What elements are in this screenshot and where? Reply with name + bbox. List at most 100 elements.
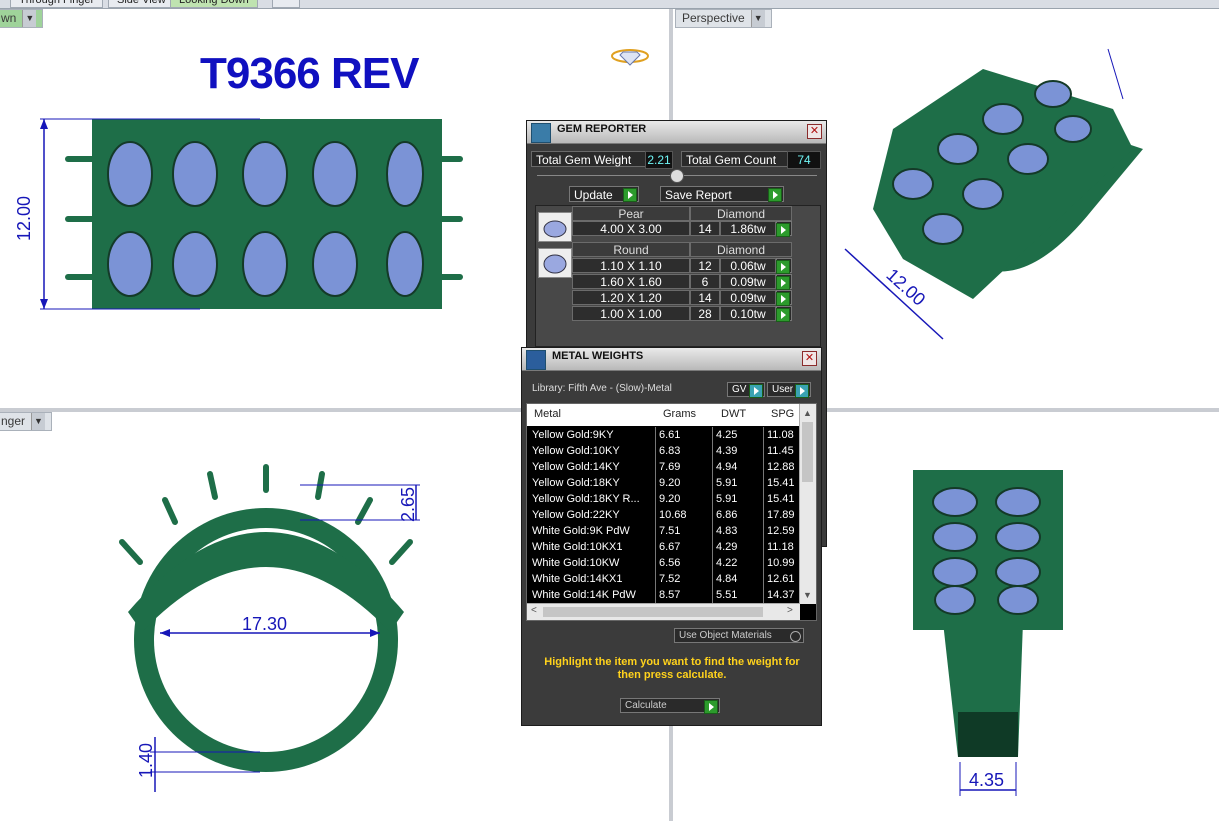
horizontal-scrollbar[interactable]: < > bbox=[527, 603, 800, 620]
gem-weight-cell: 1.86tw bbox=[720, 221, 776, 236]
column-separator bbox=[763, 459, 764, 475]
table-row[interactable]: Yellow Gold:22KY 10.68 6.86 17.89 bbox=[527, 507, 799, 523]
table-row[interactable]: Yellow Gold:18KY R... 9.20 5.91 15.41 bbox=[527, 491, 799, 507]
gem-weight-cell: 0.09tw bbox=[720, 274, 776, 289]
update-button[interactable]: Update bbox=[569, 186, 639, 202]
play-icon bbox=[776, 308, 790, 322]
metal-table-header: Metal Grams DWT SPG bbox=[527, 404, 816, 426]
gem-size-cell[interactable]: 1.20 X 1.20 bbox=[572, 290, 690, 305]
vertical-scrollbar[interactable]: ▲ ▼ bbox=[799, 404, 816, 604]
table-row[interactable]: White Gold:10KX1 6.67 4.29 11.18 bbox=[527, 539, 799, 555]
column-spg[interactable]: SPG bbox=[771, 408, 794, 420]
grams-cell: 6.61 bbox=[659, 429, 681, 441]
gem-size-cell[interactable]: 1.60 X 1.60 bbox=[572, 274, 690, 289]
column-separator bbox=[763, 475, 764, 491]
gem-table: Pear Diamond 4.00 X 3.00 14 1.86tw Round… bbox=[535, 205, 821, 347]
metal-weights-title: METAL WEIGHTS bbox=[552, 350, 644, 362]
metal-weights-icon bbox=[526, 350, 546, 370]
tab-looking-down[interactable]: Looking Down bbox=[170, 0, 258, 8]
tab-side-view[interactable]: Side View bbox=[108, 0, 175, 8]
metal-weights-table: Metal Grams DWT SPG Yellow Gold:9KY 6.61 4… bbox=[526, 403, 817, 621]
grams-cell: 9.20 bbox=[659, 477, 681, 489]
close-icon[interactable]: ✕ bbox=[807, 124, 822, 139]
metal-name-cell: White Gold:10KW bbox=[532, 557, 620, 569]
gem-count-cell: 28 bbox=[690, 306, 720, 321]
calculate-button[interactable]: Calculate bbox=[620, 698, 720, 714]
gem-reporter-title: GEM REPORTER bbox=[557, 123, 647, 135]
dwt-cell: 4.94 bbox=[716, 461, 738, 473]
column-separator bbox=[712, 459, 713, 475]
spg-cell: 11.08 bbox=[767, 429, 794, 441]
save-report-button[interactable]: Save Report bbox=[660, 186, 784, 202]
spg-cell: 14.37 bbox=[767, 589, 795, 601]
gem-reporter-titlebar[interactable]: GEM REPORTER ✕ bbox=[527, 121, 826, 144]
tab-extra[interactable] bbox=[272, 0, 300, 8]
scroll-right-icon[interactable]: > bbox=[787, 605, 793, 616]
metal-name-cell: Yellow Gold:10KY bbox=[532, 445, 620, 457]
table-row[interactable]: White Gold:14K PdW 8.57 5.51 14.37 bbox=[527, 587, 799, 603]
scroll-left-icon[interactable]: < bbox=[531, 605, 537, 616]
column-separator bbox=[712, 571, 713, 587]
metal-name-cell: Yellow Gold:22KY bbox=[532, 509, 620, 521]
table-row[interactable]: White Gold:14KX1 7.52 4.84 12.61 bbox=[527, 571, 799, 587]
column-metal[interactable]: Metal bbox=[534, 408, 561, 420]
column-grams[interactable]: Grams bbox=[663, 408, 696, 420]
column-separator bbox=[763, 491, 764, 507]
gem-material-header: Diamond bbox=[690, 242, 792, 257]
gem-size-cell[interactable]: 1.10 X 1.10 bbox=[572, 258, 690, 273]
column-separator bbox=[655, 571, 656, 587]
column-separator bbox=[712, 507, 713, 523]
library-label: Library: Fifth Ave - (Slow)-Metal bbox=[532, 383, 672, 394]
round-gem-thumbnail-icon[interactable] bbox=[538, 248, 572, 278]
use-object-materials-toggle[interactable]: Use Object Materials bbox=[674, 628, 804, 643]
radio-icon bbox=[790, 631, 801, 642]
metal-weights-panel: METAL WEIGHTS ✕ Library: Fifth Ave - (Sl… bbox=[521, 347, 822, 726]
total-gem-count-value: 74 bbox=[787, 151, 821, 169]
scroll-thumb[interactable] bbox=[802, 422, 813, 482]
table-row[interactable]: Yellow Gold:14KY 7.69 4.94 12.88 bbox=[527, 459, 799, 475]
select-gem-button[interactable] bbox=[776, 274, 792, 290]
select-gem-button[interactable] bbox=[776, 221, 792, 237]
gem-count-cell: 14 bbox=[690, 221, 720, 236]
dwt-cell: 5.91 bbox=[716, 493, 738, 505]
gem-weight-cell: 0.09tw bbox=[720, 290, 776, 305]
gem-size-cell[interactable]: 4.00 X 3.00 bbox=[572, 221, 690, 236]
select-gem-button[interactable] bbox=[776, 258, 792, 274]
close-icon[interactable]: ✕ bbox=[802, 351, 817, 366]
table-row[interactable]: Yellow Gold:18KY 9.20 5.91 15.41 bbox=[527, 475, 799, 491]
table-row[interactable]: Yellow Gold:9KY 6.61 4.25 11.08 bbox=[527, 427, 799, 443]
column-separator bbox=[763, 443, 764, 459]
dwt-cell: 5.91 bbox=[716, 477, 738, 489]
metal-name-cell: Yellow Gold:14KY bbox=[532, 461, 620, 473]
splitter-handle-icon[interactable] bbox=[670, 169, 684, 183]
spg-cell: 11.45 bbox=[767, 445, 794, 457]
play-icon bbox=[623, 188, 637, 202]
table-row[interactable]: White Gold:9K PdW 7.51 4.83 12.59 bbox=[527, 523, 799, 539]
gv-toggle[interactable]: GV bbox=[727, 382, 765, 398]
toggle-icon bbox=[795, 384, 809, 398]
column-separator bbox=[655, 475, 656, 491]
play-icon bbox=[776, 260, 790, 274]
table-row[interactable]: White Gold:10KW 6.56 4.22 10.99 bbox=[527, 555, 799, 571]
column-separator bbox=[763, 571, 764, 587]
user-toggle[interactable]: User bbox=[767, 382, 811, 398]
metal-weights-titlebar[interactable]: METAL WEIGHTS ✕ bbox=[522, 348, 821, 371]
tab-through-finger[interactable]: Through Finger bbox=[10, 0, 104, 8]
scroll-down-icon[interactable]: ▼ bbox=[803, 590, 812, 600]
select-gem-button[interactable] bbox=[776, 306, 792, 322]
gem-weight-cell: 0.10tw bbox=[720, 306, 776, 321]
column-separator bbox=[763, 555, 764, 571]
metal-name-cell: White Gold:9K PdW bbox=[532, 525, 630, 537]
table-row[interactable]: Yellow Gold:10KY 6.83 4.39 11.45 bbox=[527, 443, 799, 459]
column-dwt[interactable]: DWT bbox=[721, 408, 746, 420]
play-icon bbox=[776, 292, 790, 306]
column-separator bbox=[655, 443, 656, 459]
scroll-thumb[interactable] bbox=[543, 607, 763, 617]
scroll-up-icon[interactable]: ▲ bbox=[803, 408, 812, 418]
grams-cell: 6.56 bbox=[659, 557, 681, 569]
column-separator bbox=[712, 427, 713, 443]
column-separator bbox=[763, 427, 764, 443]
select-gem-button[interactable] bbox=[776, 290, 792, 306]
gem-size-cell[interactable]: 1.00 X 1.00 bbox=[572, 306, 690, 321]
pear-gem-thumbnail-icon[interactable] bbox=[538, 212, 572, 242]
